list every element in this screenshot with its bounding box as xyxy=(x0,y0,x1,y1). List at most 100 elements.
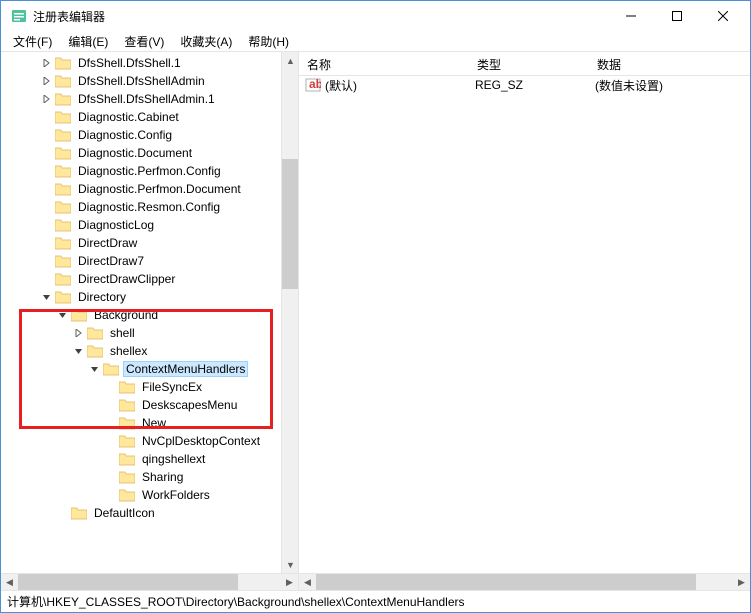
value-name: (默认) xyxy=(325,77,475,94)
folder-icon xyxy=(103,362,119,376)
tree-node[interactable]: Sharing xyxy=(1,468,281,486)
scroll-left-icon[interactable]: ◀ xyxy=(1,574,18,591)
value-type: REG_SZ xyxy=(475,78,595,92)
maximize-button[interactable] xyxy=(654,1,700,31)
tree-node-label: NvCplDesktopContext xyxy=(139,433,263,449)
tree-node[interactable]: DfsShell.DfsShellAdmin.1 xyxy=(1,90,281,108)
list-header: 名称 类型 数据 xyxy=(299,52,750,76)
values-list[interactable]: ab (默认) REG_SZ (数值未设置) xyxy=(299,76,750,573)
tree-node[interactable]: DefaultIcon xyxy=(1,504,281,522)
menu-edit[interactable]: 编辑(E) xyxy=(60,31,116,52)
scroll-down-icon[interactable]: ▼ xyxy=(282,556,298,573)
tree-node[interactable]: WorkFolders xyxy=(1,486,281,504)
folder-icon xyxy=(55,290,71,304)
expand-icon[interactable] xyxy=(41,93,53,105)
folder-icon xyxy=(55,164,71,178)
no-expand-icon xyxy=(105,435,117,447)
tree-node[interactable]: shell xyxy=(1,324,281,342)
tree-node[interactable]: DirectDraw xyxy=(1,234,281,252)
tree-node[interactable]: DeskscapesMenu xyxy=(1,396,281,414)
expand-icon[interactable] xyxy=(73,327,85,339)
window-title: 注册表编辑器 xyxy=(33,8,608,25)
tree-node[interactable]: Diagnostic.Perfmon.Config xyxy=(1,162,281,180)
titlebar: 注册表编辑器 xyxy=(1,1,750,31)
scrollbar-thumb[interactable] xyxy=(282,159,298,289)
tree-node-label: Directory xyxy=(75,289,129,305)
tree-vertical-scrollbar[interactable]: ▲ ▼ xyxy=(281,52,298,573)
folder-icon xyxy=(71,506,87,520)
folder-icon xyxy=(87,344,103,358)
folder-icon xyxy=(119,398,135,412)
tree-node[interactable]: Background xyxy=(1,306,281,324)
tree-node[interactable]: NvCplDesktopContext xyxy=(1,432,281,450)
tree-node-label: New xyxy=(139,415,169,431)
no-expand-icon xyxy=(41,219,53,231)
tree-node[interactable]: DirectDrawClipper xyxy=(1,270,281,288)
list-item[interactable]: ab (默认) REG_SZ (数值未设置) xyxy=(299,76,750,94)
minimize-button[interactable] xyxy=(608,1,654,31)
folder-icon xyxy=(55,92,71,106)
status-path: 计算机\HKEY_CLASSES_ROOT\Directory\Backgrou… xyxy=(7,593,465,610)
value-data: (数值未设置) xyxy=(595,77,663,94)
column-name[interactable]: 名称 xyxy=(299,52,469,75)
tree-node[interactable]: Diagnostic.Resmon.Config xyxy=(1,198,281,216)
expand-icon[interactable] xyxy=(41,75,53,87)
tree-node[interactable]: FileSyncEx xyxy=(1,378,281,396)
tree-node[interactable]: DiagnosticLog xyxy=(1,216,281,234)
tree-node[interactable]: Diagnostic.Perfmon.Document xyxy=(1,180,281,198)
no-expand-icon xyxy=(105,399,117,411)
collapse-icon[interactable] xyxy=(41,291,53,303)
folder-icon xyxy=(55,200,71,214)
column-data[interactable]: 数据 xyxy=(589,52,750,75)
tree-node[interactable]: DfsShell.DfsShell.1 xyxy=(1,54,281,72)
tree-node-label: DfsShell.DfsShellAdmin.1 xyxy=(75,91,218,107)
folder-icon xyxy=(119,488,135,502)
no-expand-icon xyxy=(105,453,117,465)
list-horizontal-scrollbar[interactable]: ◀ ▶ xyxy=(299,573,750,590)
collapse-icon[interactable] xyxy=(73,345,85,357)
scroll-right-icon[interactable]: ▶ xyxy=(281,574,298,591)
collapse-icon[interactable] xyxy=(89,363,101,375)
folder-icon xyxy=(55,128,71,142)
no-expand-icon xyxy=(105,417,117,429)
tree-node[interactable]: Diagnostic.Config xyxy=(1,126,281,144)
no-expand-icon xyxy=(105,381,117,393)
no-expand-icon xyxy=(41,147,53,159)
values-pane: 名称 类型 数据 ab (默认) REG_SZ (数值未设置) xyxy=(299,52,750,590)
tree-node-label: ContextMenuHandlers xyxy=(123,361,248,377)
no-expand-icon xyxy=(41,201,53,213)
tree-pane: DfsShell.DfsShell.1DfsShell.DfsShellAdmi… xyxy=(1,52,299,590)
close-button[interactable] xyxy=(700,1,746,31)
tree-node[interactable]: qingshellext xyxy=(1,450,281,468)
registry-tree[interactable]: DfsShell.DfsShell.1DfsShell.DfsShellAdmi… xyxy=(1,52,281,573)
menu-view[interactable]: 查看(V) xyxy=(116,31,172,52)
tree-node-label: DfsShell.DfsShell.1 xyxy=(75,55,184,71)
column-type[interactable]: 类型 xyxy=(469,52,589,75)
menu-file[interactable]: 文件(F) xyxy=(5,31,60,52)
scroll-right-icon[interactable]: ▶ xyxy=(733,574,750,591)
scroll-left-icon[interactable]: ◀ xyxy=(299,574,316,591)
tree-node[interactable]: Diagnostic.Cabinet xyxy=(1,108,281,126)
scrollbar-thumb[interactable] xyxy=(18,574,238,591)
tree-node[interactable]: shellex xyxy=(1,342,281,360)
tree-node[interactable]: ContextMenuHandlers xyxy=(1,360,281,378)
tree-horizontal-scrollbar[interactable]: ◀ ▶ xyxy=(1,573,298,590)
scroll-up-icon[interactable]: ▲ xyxy=(282,52,298,69)
tree-node-label: DirectDrawClipper xyxy=(75,271,178,287)
tree-node[interactable]: Diagnostic.Document xyxy=(1,144,281,162)
folder-icon xyxy=(119,434,135,448)
tree-node[interactable]: DfsShell.DfsShellAdmin xyxy=(1,72,281,90)
tree-node[interactable]: New xyxy=(1,414,281,432)
folder-icon xyxy=(71,308,87,322)
tree-node-label: DirectDraw7 xyxy=(75,253,147,269)
collapse-icon[interactable] xyxy=(57,309,69,321)
tree-node[interactable]: DirectDraw7 xyxy=(1,252,281,270)
folder-icon xyxy=(87,326,103,340)
menu-favorites[interactable]: 收藏夹(A) xyxy=(172,31,240,52)
expand-icon[interactable] xyxy=(41,57,53,69)
tree-node-label: WorkFolders xyxy=(139,487,213,503)
scrollbar-thumb[interactable] xyxy=(316,574,696,591)
tree-node[interactable]: Directory xyxy=(1,288,281,306)
menu-help[interactable]: 帮助(H) xyxy=(240,31,297,52)
tree-node-label: DiagnosticLog xyxy=(75,217,157,233)
